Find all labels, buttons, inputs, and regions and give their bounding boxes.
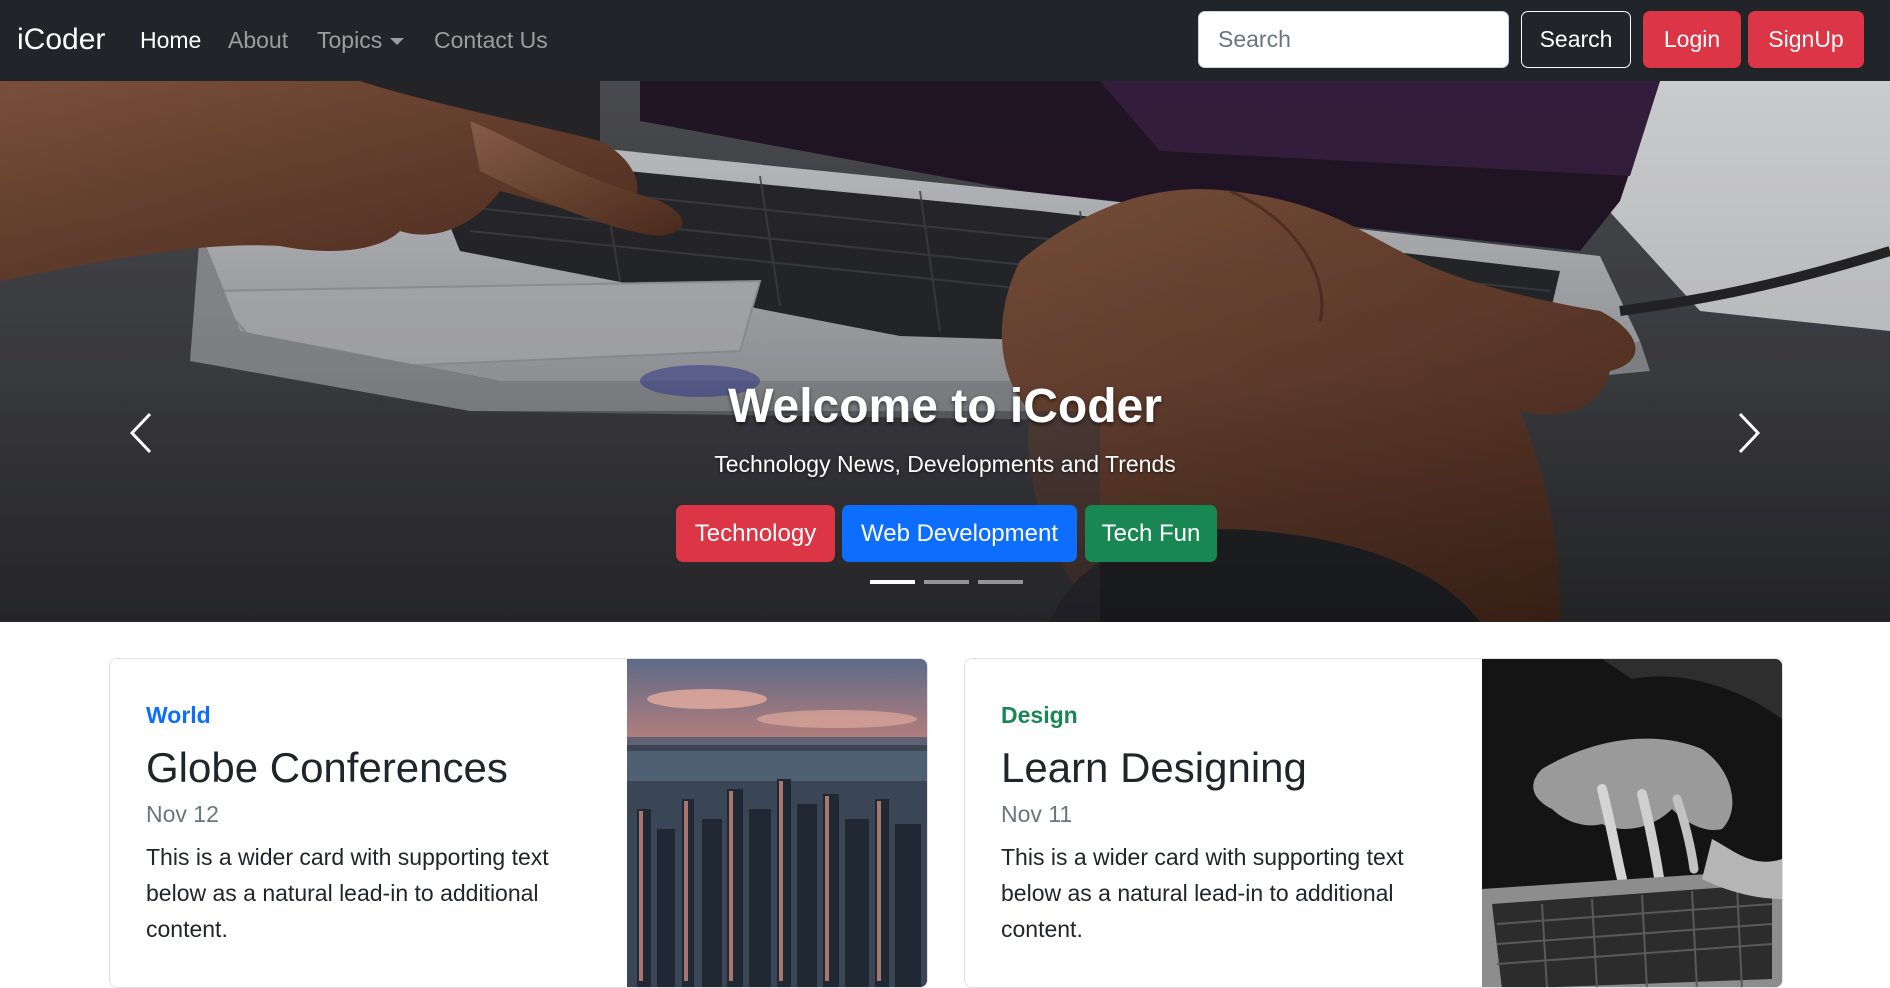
hero-subtitle: Technology News, Developments and Trends [714, 451, 1176, 477]
hero-carousel: Welcome to iCoder Technology News, Devel… [0, 81, 1890, 622]
card-text: This is a wider card with supporting tex… [1001, 844, 1404, 942]
search-input[interactable] [1198, 11, 1509, 68]
city-skyline-image [627, 659, 927, 987]
card-title[interactable]: Learn Designing [1001, 744, 1307, 792]
card-category: Design [1001, 702, 1078, 728]
card-date: Nov 11 [1001, 801, 1073, 827]
carousel-indicator-1[interactable] [870, 580, 915, 584]
nav-link-topics-dropdown[interactable]: Topics [317, 26, 405, 54]
card-learn-designing: Design Learn Designing Nov 11 This is a … [964, 658, 1783, 988]
nav-link-contact[interactable]: Contact Us [434, 26, 548, 54]
web-development-button[interactable]: Web Development [842, 505, 1077, 562]
nav-link-about[interactable]: About [228, 26, 288, 54]
card-date: Nov 12 [146, 801, 219, 827]
carousel-indicator-3[interactable] [978, 580, 1023, 584]
hero-title: Welcome to iCoder [728, 380, 1162, 433]
technology-button[interactable]: Technology [676, 505, 835, 562]
hands-laptop-bw-image [1482, 659, 1782, 987]
login-button[interactable]: Login [1643, 11, 1741, 68]
nav-link-topics-label: Topics [317, 27, 383, 53]
card-globe-conferences: World Globe Conferences Nov 12 This is a… [109, 658, 928, 988]
card-title[interactable]: Globe Conferences [146, 744, 508, 792]
search-button[interactable]: Search [1521, 11, 1631, 68]
tech-fun-button[interactable]: Tech Fun [1085, 505, 1217, 562]
chevron-down-icon [390, 38, 405, 46]
card-category: World [146, 702, 211, 728]
signup-button[interactable]: SignUp [1748, 11, 1864, 68]
card-text: This is a wider card with supporting tex… [146, 844, 549, 942]
carousel-indicator-2[interactable] [924, 580, 969, 584]
brand-logo[interactable]: iCoder [17, 22, 105, 58]
nav-link-home[interactable]: Home [140, 26, 201, 54]
navbar: iCoder Home About Topics Contact Us Sear… [0, 0, 1890, 81]
